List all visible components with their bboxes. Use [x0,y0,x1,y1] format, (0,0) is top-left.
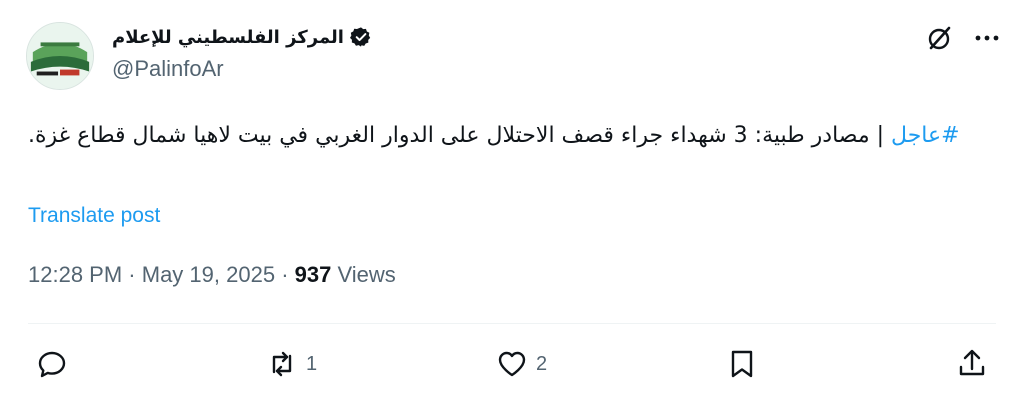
share-icon [959,349,985,376]
hashtag-link[interactable]: #عاجل [891,123,960,148]
author-name-row: المركز الفلسطيني للإعلام [112,26,371,48]
bookmark-button[interactable] [726,348,758,380]
share-button[interactable] [956,348,988,380]
translate-post-link[interactable]: Translate post [28,204,160,228]
post-text: #عاجل | مصادر طبية: 3 شهداء جراء قصف الا… [28,114,994,158]
meta-separator: · [128,262,136,287]
divider [28,323,996,324]
like-count: 2 [536,352,548,375]
more-icon[interactable] [974,25,1000,51]
post-date[interactable]: May 19, 2025 [142,262,275,287]
avatar[interactable] [26,22,94,90]
like-button[interactable]: 2 [496,348,547,380]
post-actions-bar: 1 2 [0,340,1024,390]
post-top-actions [926,24,1000,52]
like-icon [498,351,526,377]
verified-badge-icon [349,27,371,47]
reply-icon [38,351,66,378]
meta-separator: · [281,262,289,287]
bookmark-icon [731,350,753,378]
post-time[interactable]: 12:28 PM [28,262,122,287]
author-display-name[interactable]: المركز الفلسطيني للإعلام [112,27,344,48]
post-meta: 12:28 PM · May 19, 2025 · 937 Views [28,262,396,288]
repost-icon [272,351,292,377]
views-count: 937 [294,262,332,287]
views-label: Views [337,262,396,287]
grok-icon[interactable] [926,24,954,52]
repost-button[interactable]: 1 [266,348,317,380]
author-handle[interactable]: @PalinfoAr [112,56,224,82]
repost-count: 1 [306,352,318,375]
post-body-text: | مصادر طبية: 3 شهداء جراء قصف الاحتلال … [28,123,892,148]
avatar-logo-image [27,23,93,89]
reply-button[interactable] [36,348,76,380]
